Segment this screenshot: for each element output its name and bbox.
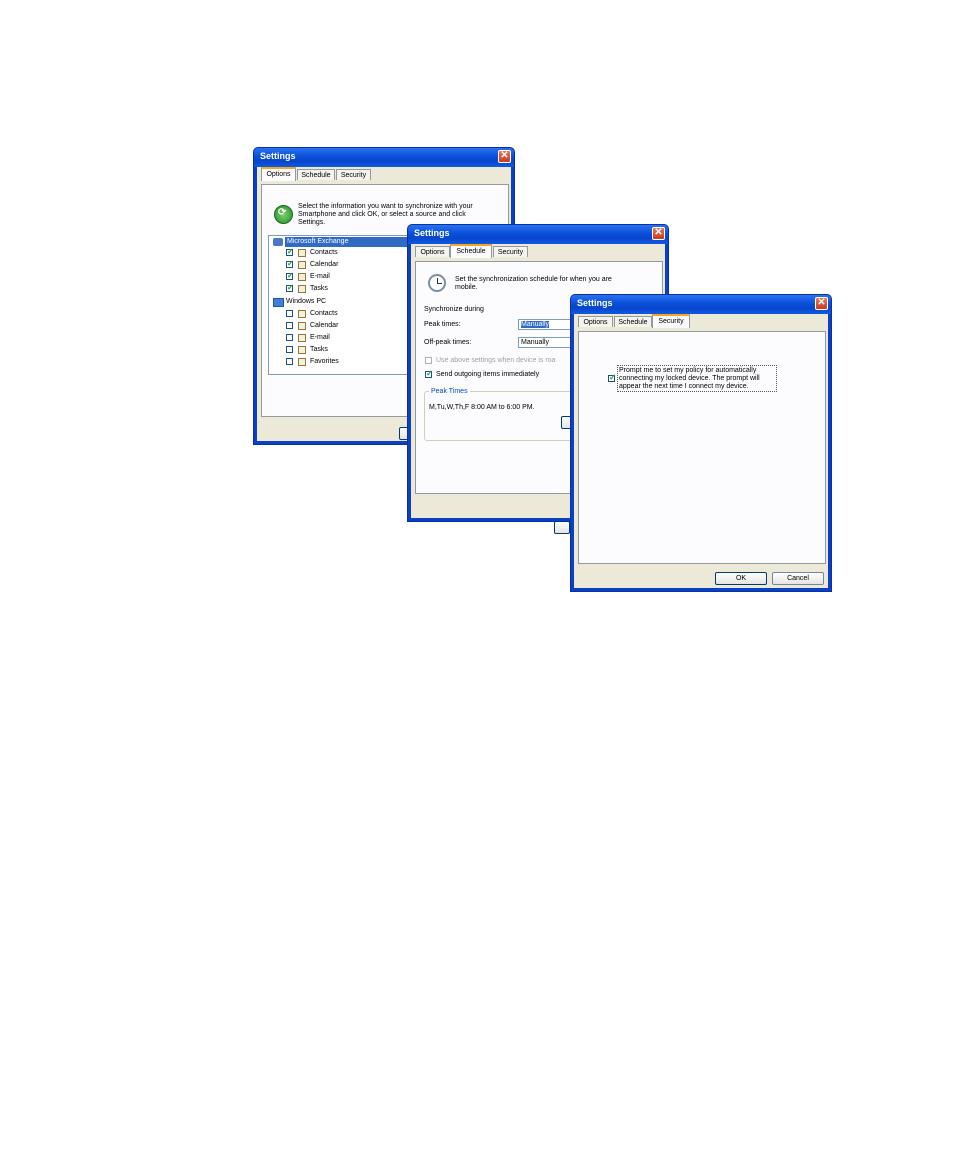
tab-schedule[interactable]: Schedule <box>450 244 492 258</box>
title-bar[interactable]: Settings ✕ <box>254 148 514 167</box>
tree-item-checkbox[interactable] <box>286 346 293 353</box>
cancel-button[interactable]: Cancel <box>772 572 824 585</box>
peak-times-value: Manually <box>521 321 550 328</box>
tree-label-windows-pc[interactable]: Windows PC <box>286 298 326 306</box>
email-icon <box>298 273 306 281</box>
close-icon: ✕ <box>654 227 663 238</box>
tree-item-label[interactable]: E-mail <box>310 273 330 281</box>
sync-during-label: Synchronize during <box>424 306 484 313</box>
close-button[interactable]: ✕ <box>652 227 665 240</box>
calendar-icon <box>298 261 306 269</box>
tree-item-checkbox[interactable] <box>286 283 294 292</box>
tab-security[interactable]: Security <box>652 314 690 328</box>
favorites-icon <box>298 358 306 366</box>
send-immediately-checkbox[interactable] <box>425 369 433 378</box>
prompt-line-1: Prompt me to set my policy for automatic… <box>619 367 757 374</box>
tab-security[interactable]: Security <box>493 246 528 257</box>
prompt-policy-label[interactable]: Prompt me to set my policy for automatic… <box>617 365 777 392</box>
tab-schedule[interactable]: Schedule <box>297 169 335 180</box>
peak-times-description: M,Tu,W,Th,F 8:00 AM to 6:00 PM. <box>429 404 535 411</box>
tree-item-label[interactable]: Tasks <box>310 285 328 293</box>
tree-item-label[interactable]: Contacts <box>310 310 338 318</box>
intro-line-2: Smartphone and click OK, or select a sou… <box>298 211 466 218</box>
tree-item-checkbox[interactable] <box>286 334 293 341</box>
intro-line-3: Settings. <box>298 219 326 226</box>
tree-item-checkbox[interactable] <box>286 322 293 329</box>
peak-times-label: Peak times: <box>424 321 461 328</box>
prompt-policy-checkbox[interactable] <box>608 373 616 382</box>
tab-options[interactable]: Options <box>415 246 450 257</box>
tree-item-checkbox[interactable] <box>286 247 294 256</box>
close-icon: ✕ <box>500 150 509 161</box>
tree-item-checkbox[interactable] <box>286 358 293 365</box>
settings-window-security: Settings ✕ Options Schedule Security Pro… <box>570 294 832 592</box>
calendar-icon <box>298 322 306 330</box>
tree-item-label[interactable]: Calendar <box>310 322 338 330</box>
ok-button[interactable] <box>554 521 570 534</box>
close-button[interactable]: ✕ <box>498 150 511 163</box>
tasks-icon <box>298 285 306 293</box>
offpeak-times-value: Manually <box>521 339 550 346</box>
ok-button[interactable]: OK <box>715 572 767 585</box>
email-icon <box>298 334 306 342</box>
exchange-server-icon <box>273 238 283 246</box>
tab-security[interactable]: Security <box>336 169 371 180</box>
tab-schedule[interactable]: Schedule <box>614 316 652 327</box>
intro-line-1: Set the synchronization schedule for whe… <box>455 276 612 283</box>
pc-icon <box>273 298 284 307</box>
title-bar[interactable]: Settings ✕ <box>408 225 668 244</box>
close-icon: ✕ <box>817 297 826 308</box>
tasks-icon <box>298 346 306 354</box>
close-button[interactable]: ✕ <box>815 297 828 310</box>
peak-times-group-label: Peak Times <box>429 388 470 396</box>
prompt-line-3: appear the next time I connect my device… <box>619 383 749 390</box>
tree-item-label[interactable]: Tasks <box>310 346 328 354</box>
window-title: Settings <box>414 228 450 238</box>
tree-item-checkbox[interactable] <box>286 310 293 317</box>
tree-item-label[interactable]: E-mail <box>310 334 330 342</box>
send-immediately-label: Send outgoing items immediately <box>436 371 540 378</box>
contacts-icon <box>298 249 306 257</box>
sync-icon: ⟳ <box>274 205 293 224</box>
tab-options[interactable]: Options <box>578 316 613 327</box>
tree-item-label[interactable]: Calendar <box>310 261 338 269</box>
tree-label-exchange: Microsoft Exchange <box>287 238 349 245</box>
offpeak-times-label: Off-peak times: <box>424 339 472 346</box>
contacts-icon <box>298 310 306 318</box>
tree-item-checkbox[interactable] <box>286 271 294 280</box>
tree-item-label[interactable]: Favorites <box>310 358 339 366</box>
clock-icon <box>428 274 446 292</box>
window-title: Settings <box>260 151 296 161</box>
tree-item-checkbox[interactable] <box>286 259 294 268</box>
tab-options[interactable]: Options <box>261 167 296 181</box>
intro-line-1: Select the information you want to synch… <box>298 203 473 210</box>
tree-item-label[interactable]: Contacts <box>310 249 338 257</box>
intro-line-2: mobile. <box>455 284 478 291</box>
dialog-body: Options Schedule Security Prompt me to s… <box>574 314 828 588</box>
title-bar[interactable]: Settings ✕ <box>571 295 831 314</box>
window-title: Settings <box>577 298 613 308</box>
roaming-label: Use above settings when device is roa <box>436 357 556 364</box>
tab-panel: Prompt me to set my policy for automatic… <box>578 331 826 564</box>
prompt-line-2: connecting my locked device. The prompt … <box>619 375 760 382</box>
roaming-checkbox[interactable] <box>425 357 432 364</box>
